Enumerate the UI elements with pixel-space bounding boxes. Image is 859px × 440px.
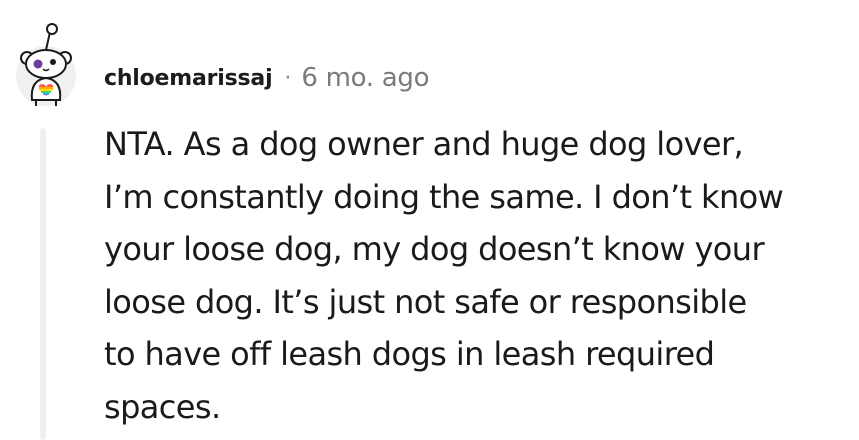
meta-separator: · bbox=[284, 65, 292, 91]
username-link[interactable]: chloemarissaj bbox=[104, 66, 273, 91]
reddit-snoo-avatar-icon bbox=[16, 23, 76, 106]
comment-header: chloemarissaj · 6 mo. ago bbox=[104, 60, 429, 96]
comment-body-line: your loose dog, my dog doesn’t know your bbox=[104, 230, 765, 268]
comment-body-line: spaces. bbox=[104, 387, 221, 426]
comment-body-line: NTA. As a dog owner and huge dog lover, bbox=[104, 125, 744, 163]
thread-collapse-line[interactable] bbox=[40, 128, 46, 440]
timestamp-link[interactable]: 6 mo. ago bbox=[301, 63, 429, 93]
comment-body-line: to have off leash dogs in leash required bbox=[104, 335, 715, 373]
comment: chloemarissaj · 6 mo. ago NTA. As a dog … bbox=[0, 0, 859, 440]
comment-body-line: loose dog. It’s just not safe or respons… bbox=[104, 282, 747, 321]
avatar[interactable] bbox=[12, 18, 82, 108]
comment-body-line: I’m constantly doing the same. I don’t k… bbox=[104, 177, 784, 216]
comment-body: NTA. As a dog owner and huge dog lover, … bbox=[104, 118, 844, 433]
